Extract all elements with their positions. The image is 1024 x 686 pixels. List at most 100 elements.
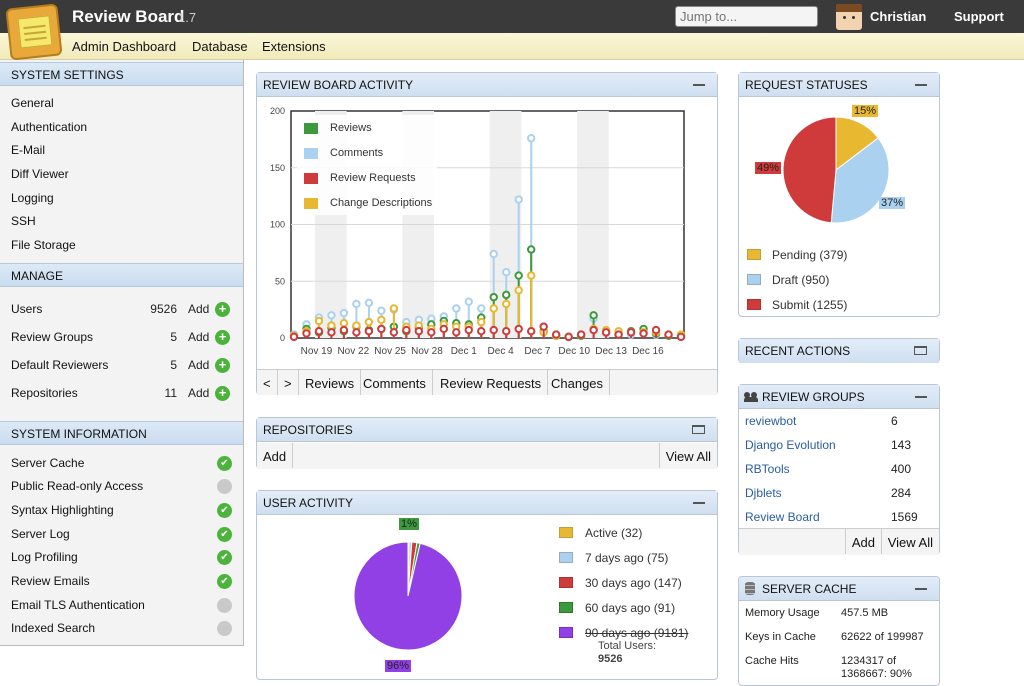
- series-point: [502, 267, 511, 277]
- repositories-button-bar: Add View All: [257, 443, 717, 469]
- minimize-icon[interactable]: [693, 84, 705, 86]
- series-point: [327, 311, 336, 320]
- series-point: [589, 311, 598, 320]
- y-tick-label: 0: [280, 333, 285, 343]
- sidebar-item-diff-viewer[interactable]: Diff Viewer: [11, 167, 69, 181]
- disabled-icon: [217, 598, 232, 613]
- maximize-icon[interactable]: [914, 346, 927, 355]
- group-icon: [744, 392, 759, 402]
- series-point: [364, 326, 374, 336]
- add-repository-plus-icon[interactable]: +: [215, 386, 230, 401]
- reviews-toggle-button[interactable]: Reviews: [299, 370, 362, 395]
- add-default-reviewer-plus-icon[interactable]: +: [215, 358, 230, 373]
- admin-nav-bar: Admin Dashboard Database Extensions: [0, 33, 1024, 60]
- series-point: [539, 322, 548, 331]
- group-review-board-link[interactable]: Review Board: [745, 510, 820, 524]
- series-point: [352, 299, 361, 309]
- sidebar-item-general[interactable]: General: [11, 96, 54, 110]
- active-swatch: [559, 527, 573, 538]
- system-information-header: SYSTEM INFORMATION: [0, 421, 243, 445]
- series-point: [477, 304, 486, 313]
- group-django-evolution-link[interactable]: Django Evolution: [745, 438, 836, 452]
- add-user-plus-icon[interactable]: +: [215, 302, 230, 317]
- avatar[interactable]: [836, 4, 862, 30]
- add-review-group-plus-icon[interactable]: +: [215, 330, 230, 345]
- sidebar-item-authentication[interactable]: Authentication: [11, 120, 87, 134]
- add-repository-button[interactable]: Add: [257, 443, 294, 468]
- info-indexed-search: Indexed Search: [11, 621, 96, 635]
- sidebar-item-logging[interactable]: Logging: [11, 191, 54, 205]
- maximize-icon[interactable]: [692, 425, 705, 434]
- user-name-link[interactable]: Christian: [870, 9, 926, 24]
- add-review-group-button[interactable]: Add: [844, 529, 881, 554]
- manage-review-groups-count: 5: [170, 330, 177, 344]
- reviews-swatch: [304, 123, 318, 134]
- series-point: [576, 330, 586, 339]
- next-button[interactable]: >: [278, 370, 299, 395]
- nav-admin-dashboard[interactable]: Admin Dashboard: [72, 39, 176, 54]
- keys-in-cache-value: 62622 of 199987: [841, 631, 924, 643]
- y-tick-label: 100: [270, 220, 285, 230]
- pending-pct-label: 15%: [852, 105, 879, 117]
- check-icon: ✔: [217, 503, 232, 518]
- legend-30-days: 30 days ago (147): [585, 576, 682, 590]
- add-default-reviewer-link[interactable]: Add: [188, 358, 209, 372]
- comments-toggle-button[interactable]: Comments: [357, 370, 433, 395]
- support-link[interactable]: Support: [954, 9, 1004, 24]
- review-board-logo[interactable]: [5, 3, 63, 61]
- nav-database[interactable]: Database: [192, 39, 248, 54]
- series-point: [526, 134, 536, 143]
- manage-review-groups-link[interactable]: Review Groups: [11, 330, 93, 344]
- repositories-panel: REPOSITORIES Add View All: [256, 417, 718, 469]
- changes-toggle-button[interactable]: Changes: [545, 370, 611, 395]
- manage-repositories-link[interactable]: Repositories: [11, 386, 78, 400]
- previous-button[interactable]: <: [257, 370, 278, 395]
- review-requests-toggle-button[interactable]: Review Requests: [434, 370, 549, 395]
- group-djblets-link[interactable]: Djblets: [745, 486, 782, 500]
- draft-pct-label: 37%: [879, 197, 906, 209]
- add-repository-link[interactable]: Add: [188, 386, 209, 400]
- series-point: [452, 328, 461, 337]
- series-point: [339, 319, 349, 328]
- series-point: [489, 249, 498, 259]
- series-point: [352, 328, 361, 337]
- series-point: [389, 304, 399, 313]
- draft-swatch: [747, 274, 761, 285]
- repositories-panel-header: REPOSITORIES: [257, 418, 717, 442]
- view-all-repositories-button[interactable]: View All: [658, 443, 717, 468]
- sidebar-item-file-storage[interactable]: File Storage: [11, 238, 76, 252]
- minimize-icon[interactable]: [915, 588, 927, 590]
- sidebar-item-email[interactable]: E-Mail: [11, 143, 45, 157]
- pie-slice-90: [353, 541, 463, 651]
- comments-swatch: [304, 148, 318, 159]
- add-review-group-link[interactable]: Add: [188, 330, 209, 344]
- minimize-icon[interactable]: [915, 396, 927, 398]
- series-point: [327, 321, 336, 330]
- view-all-review-groups-button[interactable]: View All: [880, 529, 939, 554]
- cache-hits-value: 1234317 of 1368667: 90%: [841, 655, 912, 680]
- add-user-link[interactable]: Add: [188, 302, 209, 316]
- group-count: 284: [891, 486, 912, 500]
- manage-users-count: 9526: [150, 302, 177, 316]
- series-point: [526, 326, 536, 336]
- series-point: [289, 332, 299, 342]
- jump-to-input[interactable]: [675, 6, 818, 27]
- minimize-icon[interactable]: [693, 502, 705, 504]
- legend-active: Active (32): [585, 526, 643, 540]
- minimize-icon[interactable]: [915, 84, 927, 86]
- series-point: [477, 317, 486, 327]
- group-count: 143: [891, 438, 912, 452]
- series-point: [526, 245, 536, 254]
- manage-users-link[interactable]: Users: [11, 302, 42, 316]
- manage-default-reviewers-link[interactable]: Default Reviewers: [11, 358, 108, 372]
- recent-actions-panel: RECENT ACTIONS: [738, 338, 940, 363]
- series-point: [439, 324, 449, 334]
- manage-header: MANAGE: [0, 263, 243, 287]
- y-tick-label: 50: [275, 276, 285, 286]
- app-title[interactable]: Review Board: [72, 7, 184, 27]
- group-rbtools-link[interactable]: RBTools: [745, 462, 790, 476]
- group-reviewbot-link[interactable]: reviewbot: [745, 414, 796, 428]
- sidebar-item-ssh[interactable]: SSH: [11, 214, 36, 228]
- x-tick-label: Nov 19: [301, 346, 333, 357]
- nav-extensions[interactable]: Extensions: [262, 39, 326, 54]
